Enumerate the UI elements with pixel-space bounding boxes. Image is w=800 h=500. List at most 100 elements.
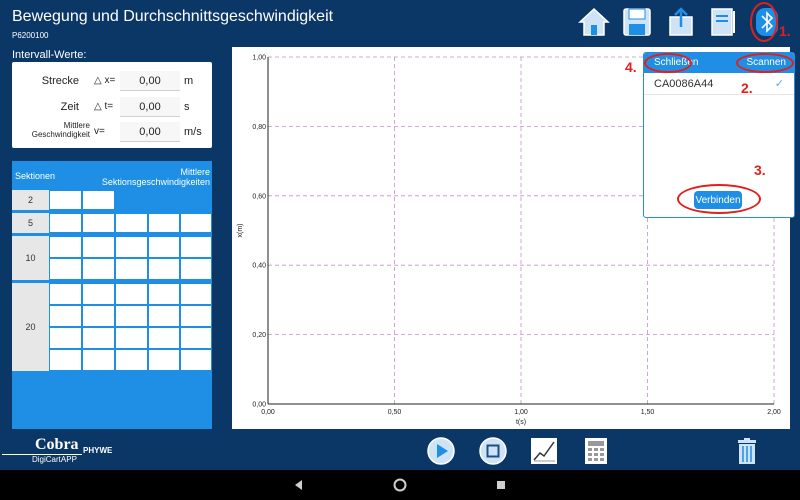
delete-button[interactable] <box>732 436 762 466</box>
home-nav-icon[interactable] <box>392 477 408 493</box>
x-tick-label: 2,00 <box>767 409 781 416</box>
stop-icon <box>479 437 507 465</box>
sektion-cell <box>49 305 82 327</box>
geschwindigkeit-row: Mittlere Geschwindigkeit v= m/s <box>12 121 212 144</box>
geschwindigkeit-label-line2: Geschwindigkeit <box>31 130 90 139</box>
sektion-cell <box>148 327 180 349</box>
sektion-cell <box>115 236 148 258</box>
sektion-cell <box>180 213 212 233</box>
stop-button[interactable] <box>478 436 508 466</box>
zeit-unit: s <box>184 101 190 113</box>
sektion-cell <box>49 258 82 280</box>
calculator-button[interactable] <box>581 436 611 466</box>
x-tick-label: 0,50 <box>388 409 402 416</box>
sektion-cell <box>82 349 115 371</box>
notebook-icon <box>711 8 735 36</box>
sektion-cell <box>82 283 115 305</box>
geschwindigkeit-label-line1: Mittlere <box>63 121 90 130</box>
sektion-label: 10 <box>12 236 49 280</box>
device-list-item[interactable]: CA0086A44 ✓ <box>644 73 794 95</box>
sek-header-line1: Mittlere <box>180 167 210 177</box>
sek-header-line2: Sektionsgeschwindigkeiten <box>101 177 210 187</box>
cobra-logo: Cobra DigiCartAPP PHYWE <box>0 434 130 468</box>
annotation-ring-2 <box>736 53 794 73</box>
sektion-cell <box>148 349 180 371</box>
sektion-cell <box>180 349 212 371</box>
app-header: Bewegung und Durchschnittsgeschwindigkei… <box>0 0 800 44</box>
sektion-cell <box>148 213 180 233</box>
annotation-ring-3 <box>677 184 761 214</box>
y-tick-label: 1,00 <box>252 55 266 62</box>
sektion-cell <box>49 327 82 349</box>
sektion-row-10: 10 <box>12 236 212 280</box>
sektion-cell <box>82 236 115 258</box>
y-tick-label: 0,00 <box>252 402 266 409</box>
recents-icon[interactable] <box>493 477 509 493</box>
zeit-label: Zeit <box>60 101 79 113</box>
x-tick-label: 0,00 <box>261 409 275 416</box>
strecke-field[interactable] <box>120 71 180 91</box>
strecke-label: Strecke <box>41 75 79 87</box>
annotation-2: 2. <box>741 80 753 96</box>
annotation-3: 3. <box>754 162 766 178</box>
sektionen-title: Sektionen <box>15 171 56 181</box>
back-icon[interactable] <box>291 477 307 493</box>
sektion-cell <box>115 327 148 349</box>
intervall-values-box: Strecke △ x= m Zeit △ t= s Mittlere Gesc… <box>12 62 212 148</box>
share-button[interactable] <box>664 5 698 39</box>
sektion-cell <box>49 236 82 258</box>
sektion-cell <box>180 305 212 327</box>
chart-button[interactable] <box>529 436 559 466</box>
logo-name: Cobra <box>35 436 79 453</box>
strecke-row: Strecke △ x= m <box>12 71 212 93</box>
x-tick-label: 1,50 <box>641 409 655 416</box>
sektion-row-2: 2 <box>12 190 212 210</box>
zeit-field[interactable] <box>120 97 180 117</box>
strecke-symbol: △ x= <box>94 75 116 86</box>
sektion-cell <box>180 283 212 305</box>
home-button[interactable] <box>577 5 611 39</box>
sektion-cell <box>115 213 148 233</box>
zeit-row: Zeit △ t= s <box>12 97 212 119</box>
sektion-cell <box>180 258 212 280</box>
sektion-cell <box>115 305 148 327</box>
trash-icon <box>738 438 756 464</box>
calculator-icon <box>585 438 607 464</box>
experiment-code: P6200100 <box>12 31 49 40</box>
sektion-cell <box>115 258 148 280</box>
sektion-cell <box>82 190 115 210</box>
save-icon <box>623 8 651 36</box>
logo-subtitle: DigiCartAPP <box>32 455 77 464</box>
sektion-cell <box>82 258 115 280</box>
geschwindigkeit-label: Mittlere Geschwindigkeit <box>32 121 90 139</box>
y-tick-label: 0,40 <box>252 263 266 270</box>
annotation-1: 1. <box>779 23 791 39</box>
notebook-button[interactable] <box>706 5 740 39</box>
x-tick-label: 1,00 <box>514 409 528 416</box>
play-button[interactable] <box>426 436 456 466</box>
device-name: CA0086A44 <box>654 78 714 90</box>
page-title: Bewegung und Durchschnittsgeschwindigkei… <box>12 8 334 25</box>
y-tick-label: 0,60 <box>252 193 266 200</box>
sektion-label: 5 <box>12 213 49 233</box>
sektion-cell <box>180 327 212 349</box>
zeit-symbol: △ t= <box>94 101 114 112</box>
geschwindigkeit-field[interactable] <box>120 122 180 142</box>
sektion-cell <box>115 349 148 371</box>
sektion-cell <box>180 236 212 258</box>
play-icon <box>427 437 455 465</box>
save-button[interactable] <box>620 5 654 39</box>
intervall-label: Intervall-Werte: <box>12 49 87 61</box>
sektion-cell <box>49 283 82 305</box>
sektion-label: 20 <box>12 283 49 371</box>
sektion-label: 2 <box>12 190 49 210</box>
sektion-cell <box>82 213 115 233</box>
logo-brand: PHYWE <box>83 446 113 455</box>
sektion-cell <box>82 305 115 327</box>
sektion-cell <box>49 349 82 371</box>
android-nav-bar <box>0 470 800 500</box>
share-icon <box>669 7 693 36</box>
annotation-ring-1 <box>750 2 778 42</box>
sektion-row-5: 5 <box>12 213 212 233</box>
x-axis-label: t(s) <box>516 419 526 426</box>
